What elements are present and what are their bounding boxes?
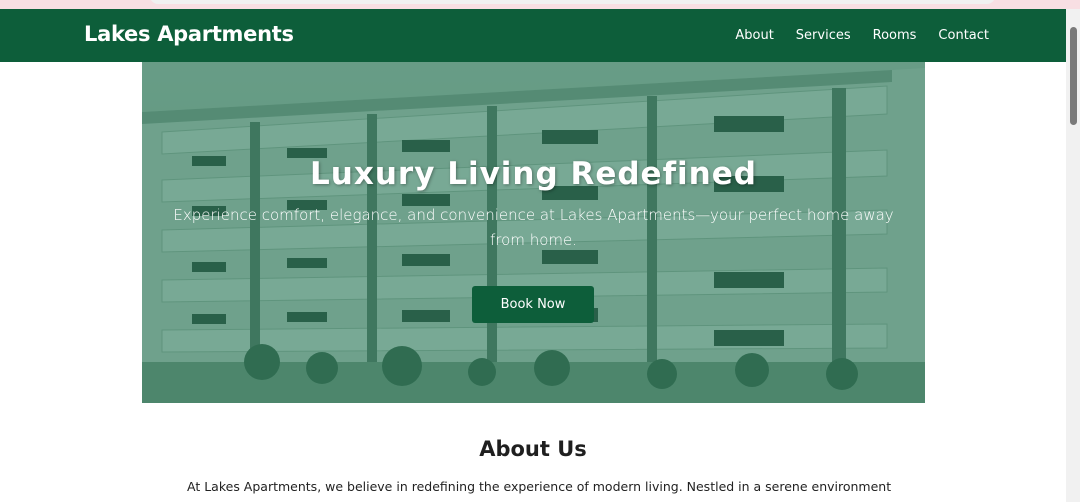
brand-logo[interactable]: Lakes Apartments (84, 22, 294, 46)
nav-link-services[interactable]: Services (796, 28, 851, 43)
book-now-button[interactable]: Book Now (472, 286, 594, 323)
hero-subtitle: Experience comfort, elegance, and conven… (173, 206, 894, 249)
page-scrollbar[interactable] (1066, 9, 1080, 502)
address-bar-edge (150, 0, 995, 4)
nav-link-rooms[interactable]: Rooms (873, 28, 917, 43)
nav-link-contact[interactable]: Contact (938, 28, 989, 43)
scrollbar-thumb[interactable] (1070, 27, 1077, 125)
about-title: About Us (479, 437, 587, 461)
nav-link-about[interactable]: About (735, 28, 773, 43)
about-text: At Lakes Apartments, we believe in redef… (187, 479, 892, 502)
hero-section: Luxury Living Redefined Experience comfo… (142, 62, 925, 403)
nav-links: About Services Rooms Contact (735, 28, 989, 43)
hero-title: Luxury Living Redefined (310, 156, 757, 192)
browser-top-strip (0, 0, 1080, 9)
navbar: Lakes Apartments About Services Rooms Co… (0, 9, 1066, 62)
